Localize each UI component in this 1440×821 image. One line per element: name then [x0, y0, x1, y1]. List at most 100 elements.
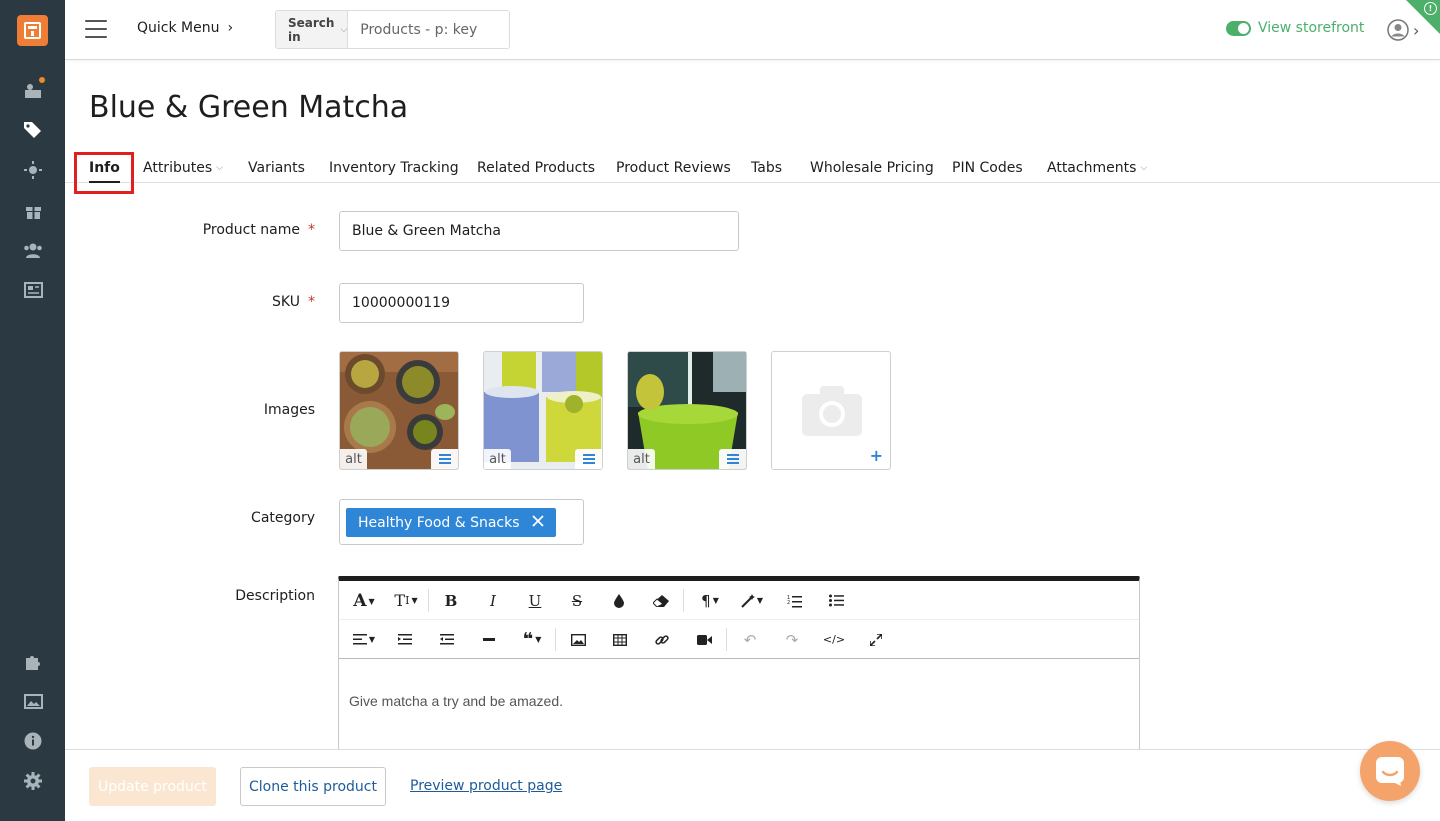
insert-image-icon[interactable]	[566, 620, 590, 659]
storefront-label: View storefront	[1258, 20, 1365, 36]
search-scope-label: Search in	[288, 15, 335, 44]
action-footer: Update product Clone this product Previe…	[65, 749, 1440, 821]
code-view-icon[interactable]: </>	[822, 620, 846, 659]
insert-link-icon[interactable]	[650, 620, 674, 659]
settings-gear-icon[interactable]	[22, 770, 44, 792]
chat-support-button[interactable]	[1360, 741, 1420, 801]
bullet-list-icon[interactable]	[824, 581, 848, 620]
underline-icon[interactable]: U	[523, 581, 547, 620]
product-image-2[interactable]: alt	[483, 351, 603, 470]
product-name-field[interactable]	[339, 211, 739, 251]
tab-wholesale-pricing[interactable]: Wholesale Pricing	[810, 160, 934, 176]
svg-text:2: 2	[787, 600, 790, 606]
chat-icon	[1376, 757, 1404, 786]
category-chip-label: Healthy Food & Snacks	[358, 514, 520, 531]
remove-category-icon[interactable]	[531, 514, 544, 531]
sku-field[interactable]	[339, 283, 584, 323]
storefront-toggle-icon	[1226, 20, 1251, 36]
alt-text-tag[interactable]: alt	[340, 449, 367, 469]
description-label: Description	[235, 588, 315, 604]
bold-icon[interactable]: B	[439, 581, 463, 620]
redo-icon[interactable]: ↷	[780, 620, 804, 659]
text-color-icon[interactable]	[607, 581, 631, 620]
tab-label: Attachments	[1047, 160, 1137, 176]
label-text: SKU	[272, 294, 300, 310]
dashboard-icon[interactable]	[22, 77, 45, 101]
editor-toolbar-row-2: ▼ ❝ ▼ ↶ ↷ </>	[339, 620, 1139, 659]
indent-icon[interactable]	[435, 620, 459, 659]
customers-users-icon[interactable]	[22, 239, 44, 261]
tab-label: Wholesale Pricing	[810, 160, 934, 176]
help-info-icon[interactable]	[22, 730, 44, 752]
magic-style-icon[interactable]: ▼	[737, 581, 767, 620]
italic-icon[interactable]: I	[481, 581, 505, 620]
tab-attributes[interactable]: Attributes ⌵	[143, 160, 223, 176]
editor-toolbar-row-1: A ▼ T I ▼ B I U S ¶ ▼ ▼ 12	[339, 581, 1139, 620]
chevron-down-icon: ⌵	[216, 163, 223, 173]
website-newspaper-icon[interactable]	[22, 279, 44, 301]
image-menu-icon[interactable]	[719, 449, 746, 469]
chevron-down-icon: ⌵	[340, 24, 348, 35]
quick-menu-button[interactable]: Quick Menu ›	[137, 20, 233, 36]
horizontal-line-icon[interactable]	[477, 620, 501, 659]
alert-icon: !	[1424, 2, 1437, 15]
search-scope-dropdown[interactable]: Search in ⌵	[276, 11, 349, 48]
tab-info[interactable]: Info	[89, 160, 120, 183]
notification-dot	[39, 77, 45, 83]
category-chip: Healthy Food & Snacks	[346, 508, 556, 537]
view-storefront-link[interactable]: View storefront	[1226, 20, 1364, 36]
plus-icon: +	[869, 446, 883, 465]
tab-pin-codes[interactable]: PIN Codes	[952, 160, 1023, 176]
insert-table-icon[interactable]	[608, 620, 632, 659]
addons-puzzle-icon[interactable]	[22, 650, 44, 672]
top-bar: Quick Menu › Search in ⌵ View storefront…	[65, 0, 1440, 60]
tab-tabs[interactable]: Tabs	[751, 160, 782, 176]
tab-product-reviews[interactable]: Product Reviews	[616, 160, 731, 176]
tab-related-products[interactable]: Related Products	[477, 160, 595, 176]
marketing-gift-icon[interactable]	[22, 199, 44, 221]
tab-attachments[interactable]: Attachments ⌵	[1047, 160, 1147, 176]
description-text[interactable]: Give matcha a try and be amazed.	[349, 693, 563, 709]
insert-video-icon[interactable]	[692, 620, 716, 659]
search-input[interactable]	[348, 11, 509, 48]
camera-icon	[802, 386, 862, 436]
fullscreen-icon[interactable]	[864, 620, 888, 659]
image-menu-icon[interactable]	[431, 449, 458, 469]
paragraph-icon[interactable]: ¶ ▼	[695, 581, 725, 620]
font-size-icon[interactable]: T I ▼	[391, 581, 421, 620]
images-label: Images	[263, 402, 315, 418]
image-menu-icon[interactable]	[575, 449, 602, 469]
alt-text-tag[interactable]: alt	[628, 449, 655, 469]
label-text: Product name	[202, 222, 300, 238]
undo-icon[interactable]: ↶	[738, 620, 762, 659]
store-logo-icon[interactable]	[17, 15, 48, 46]
clone-product-button[interactable]: Clone this product	[240, 767, 386, 806]
media-image-icon[interactable]	[22, 690, 44, 712]
chevron-down-icon: ⌵	[1140, 163, 1148, 173]
ordered-list-icon[interactable]: 12	[782, 581, 806, 620]
products-tags-icon[interactable]	[22, 119, 44, 141]
alt-text-tag[interactable]: alt	[484, 449, 511, 469]
tab-label: Tabs	[751, 160, 782, 176]
tab-label: Variants	[248, 160, 305, 176]
align-icon[interactable]: ▼	[349, 620, 379, 659]
quote-icon[interactable]: ❝ ▼	[516, 620, 548, 659]
clear-format-icon[interactable]	[649, 581, 673, 620]
add-image-button[interactable]: +	[771, 351, 891, 470]
toolbar-divider	[683, 589, 684, 612]
hamburger-menu-icon[interactable]	[85, 20, 107, 38]
font-family-icon[interactable]: A ▼	[349, 581, 379, 620]
product-image-3[interactable]: alt	[627, 351, 747, 470]
preview-product-link[interactable]: Preview product page	[410, 778, 562, 794]
search-box: Search in ⌵	[275, 10, 510, 49]
product-tabs: Info Attributes ⌵ Variants Inventory Trac…	[65, 150, 1440, 183]
update-product-button[interactable]: Update product	[89, 767, 216, 806]
design-sun-icon[interactable]	[22, 159, 44, 181]
strikethrough-icon[interactable]: S	[565, 581, 589, 620]
product-image-1[interactable]: alt	[339, 351, 459, 470]
outdent-icon[interactable]	[393, 620, 417, 659]
tab-inventory-tracking[interactable]: Inventory Tracking	[329, 160, 459, 176]
category-select[interactable]: Healthy Food & Snacks	[339, 499, 584, 545]
quick-menu-label: Quick Menu	[137, 20, 220, 36]
tab-variants[interactable]: Variants	[248, 160, 305, 176]
